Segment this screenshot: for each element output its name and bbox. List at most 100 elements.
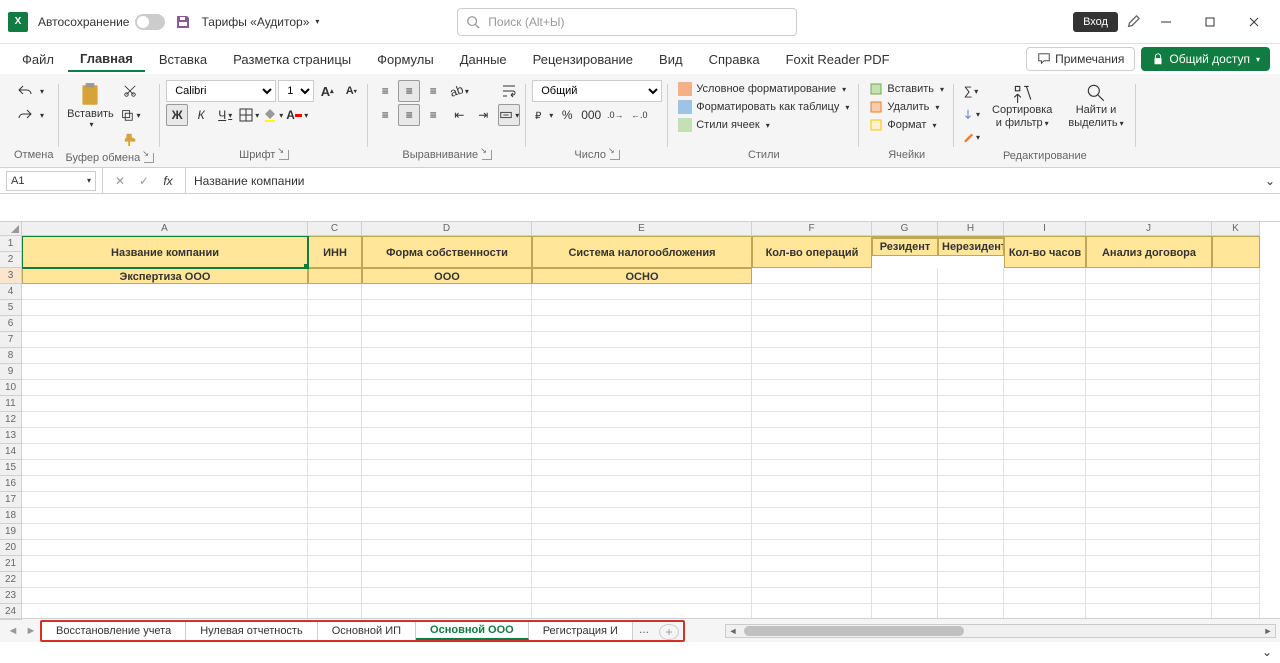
cell[interactable] (22, 540, 308, 556)
cell[interactable] (532, 524, 752, 540)
cell-e1[interactable]: Система налогообложения (532, 236, 752, 268)
cell[interactable] (532, 508, 752, 524)
menu-home[interactable]: Главная (68, 47, 145, 72)
menu-help[interactable]: Справка (697, 48, 772, 71)
cell[interactable] (938, 284, 1004, 300)
cell[interactable] (22, 524, 308, 540)
cell[interactable] (938, 604, 1004, 618)
cell[interactable] (938, 588, 1004, 604)
add-sheet-button[interactable]: + (659, 624, 679, 640)
cell[interactable] (938, 332, 1004, 348)
row-header-19[interactable]: 19 (0, 524, 22, 540)
cell[interactable] (532, 556, 752, 572)
cell[interactable] (532, 332, 752, 348)
cell[interactable] (22, 428, 308, 444)
cell[interactable] (872, 540, 938, 556)
cell[interactable] (308, 492, 362, 508)
search-box[interactable]: Поиск (Alt+Ы) (457, 8, 797, 36)
cell[interactable] (308, 572, 362, 588)
cell[interactable] (1086, 284, 1212, 300)
cell[interactable] (532, 540, 752, 556)
row-header-3[interactable]: 3 (0, 268, 22, 284)
cell[interactable] (872, 284, 938, 300)
cell[interactable] (308, 460, 362, 476)
cell[interactable] (308, 364, 362, 380)
dialog-launcher-icon[interactable] (610, 150, 620, 160)
cell[interactable] (1004, 412, 1086, 428)
cell[interactable] (752, 428, 872, 444)
cell[interactable] (1004, 444, 1086, 460)
cell[interactable] (752, 284, 872, 300)
cell[interactable] (22, 396, 308, 412)
cell[interactable] (362, 492, 532, 508)
cell[interactable] (938, 556, 1004, 572)
autosave-toggle[interactable] (135, 14, 165, 30)
cell[interactable] (872, 316, 938, 332)
cell[interactable] (1086, 508, 1212, 524)
cell[interactable] (362, 412, 532, 428)
row-header-9[interactable]: 9 (0, 364, 22, 380)
cell[interactable] (938, 428, 1004, 444)
dialog-launcher-icon[interactable] (279, 150, 289, 160)
cell[interactable] (532, 492, 752, 508)
dialog-launcher-icon[interactable] (482, 150, 492, 160)
comma-button[interactable]: 000 (580, 104, 602, 126)
fill-color-button[interactable]: ▾ (262, 104, 284, 126)
row-header-15[interactable]: 15 (0, 460, 22, 476)
cell[interactable] (938, 412, 1004, 428)
decrease-decimal-button[interactable]: ←.0 (628, 104, 650, 126)
row-header-6[interactable]: 6 (0, 316, 22, 332)
cell[interactable] (308, 588, 362, 604)
cell[interactable] (872, 524, 938, 540)
format-painter-button[interactable] (119, 128, 141, 150)
cell[interactable] (1212, 540, 1260, 556)
doc-title[interactable]: Тарифы «Аудитор» ▾ (201, 15, 319, 29)
collapse-ribbon-button[interactable]: ⌄ (1262, 645, 1272, 659)
cell[interactable] (1212, 348, 1260, 364)
cell[interactable] (1212, 476, 1260, 492)
sheet-tab-5[interactable]: Регистрация И (529, 622, 633, 640)
cell[interactable] (1004, 316, 1086, 332)
cell[interactable] (308, 540, 362, 556)
grid-body[interactable]: Название компании ИНН Форма собственност… (22, 236, 1280, 618)
cell[interactable] (308, 476, 362, 492)
scrollbar-thumb[interactable] (744, 626, 964, 636)
cell[interactable] (362, 524, 532, 540)
cell[interactable] (308, 316, 362, 332)
delete-cells-button[interactable]: Удалить▾ (865, 98, 943, 116)
cell[interactable] (938, 572, 1004, 588)
cell[interactable] (872, 412, 938, 428)
cell[interactable] (752, 588, 872, 604)
cell[interactable] (532, 364, 752, 380)
cell[interactable] (1004, 460, 1086, 476)
cell-d1[interactable]: Форма собственности (362, 236, 532, 268)
cell[interactable] (1212, 396, 1260, 412)
format-as-table-button[interactable]: Форматировать как таблицу▾ (674, 98, 853, 116)
bold-button[interactable]: Ж (166, 104, 188, 126)
cell[interactable] (872, 380, 938, 396)
chevron-down-icon[interactable]: ▾ (40, 111, 44, 120)
cell-f3[interactable] (752, 268, 872, 284)
cell-h3[interactable] (938, 268, 1004, 284)
cell[interactable] (752, 492, 872, 508)
cell-h2[interactable]: Нерезидент (938, 238, 1004, 256)
enter-formula-button[interactable]: ✓ (133, 170, 155, 192)
cell-styles-button[interactable]: Стили ячеек▾ (674, 116, 774, 134)
cell[interactable] (872, 572, 938, 588)
cell[interactable] (1212, 300, 1260, 316)
select-all-corner[interactable] (0, 222, 22, 236)
underline-button[interactable]: Ч▾ (214, 104, 236, 126)
align-center-button[interactable]: ≡ (398, 104, 420, 126)
cell[interactable] (362, 444, 532, 460)
col-header-h[interactable]: H (938, 222, 1004, 236)
row-header-7[interactable]: 7 (0, 332, 22, 348)
row-header-10[interactable]: 10 (0, 380, 22, 396)
login-button[interactable]: Вход (1073, 12, 1118, 32)
cell[interactable] (362, 380, 532, 396)
wrap-text-button[interactable] (498, 80, 520, 102)
cell[interactable] (752, 444, 872, 460)
cell[interactable] (938, 460, 1004, 476)
cell[interactable] (1086, 444, 1212, 460)
cell[interactable] (308, 524, 362, 540)
sort-filter-button[interactable]: Сортировка и фильтр▾ (986, 80, 1058, 132)
